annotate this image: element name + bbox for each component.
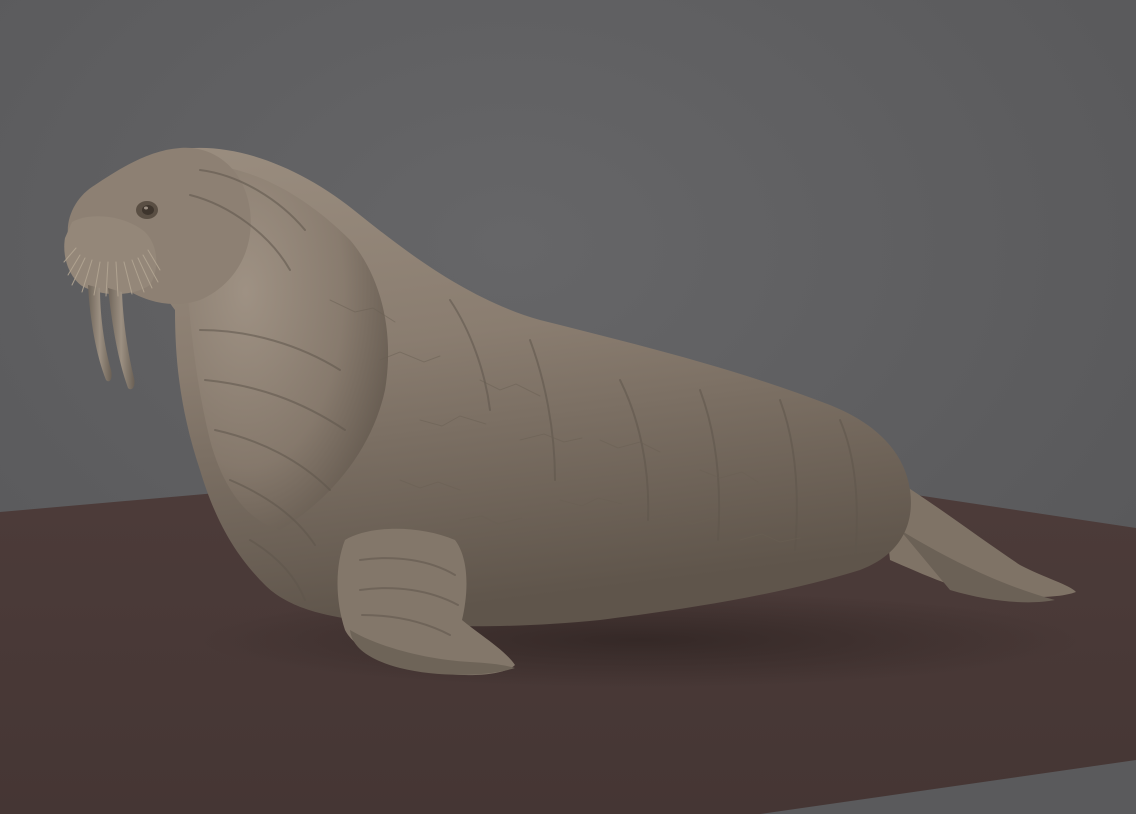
viewport [0,0,1136,814]
eye-highlight [144,206,148,210]
render-canvas [0,0,1136,814]
eye [142,205,154,215]
